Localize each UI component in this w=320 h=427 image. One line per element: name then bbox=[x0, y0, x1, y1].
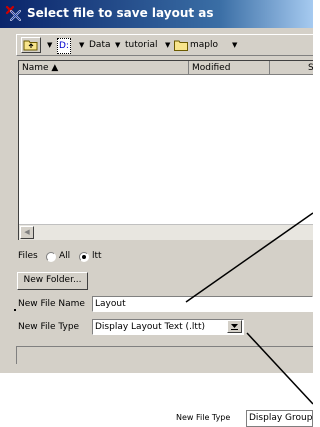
file-type-value: Display Layout Text (.ltt) bbox=[95, 322, 205, 332]
breadcrumb-data[interactable]: Data bbox=[89, 38, 111, 52]
files-filter-label: Files bbox=[18, 251, 38, 261]
chevron-down-icon bbox=[231, 324, 238, 330]
new-file-name-label: New File Name bbox=[18, 299, 85, 309]
column-header-label: Name ▲ bbox=[22, 63, 59, 73]
file-type-select[interactable]: Display Layout Text (.ltt) bbox=[92, 319, 244, 335]
radio-selected-dot bbox=[82, 255, 86, 259]
folder-up-icon bbox=[23, 40, 38, 51]
radio-ltt[interactable] bbox=[79, 252, 89, 262]
new-file-type-label: New File Type bbox=[18, 322, 80, 332]
title-bar[interactable]: Select file to save layout as bbox=[0, 0, 313, 28]
crumb-separator: ▼ bbox=[79, 41, 85, 49]
parent-folder-button[interactable] bbox=[21, 37, 41, 53]
column-header-label: Si bbox=[308, 63, 313, 73]
file-type-dropdown-button[interactable] bbox=[227, 320, 242, 333]
horizontal-scrollbar[interactable]: ◀ bbox=[19, 224, 313, 240]
file-list[interactable]: Name ▲ Modified Si ◀ bbox=[18, 60, 313, 240]
column-header-label: Modified bbox=[192, 63, 231, 73]
app-logo-icon bbox=[5, 5, 21, 21]
new-folder-button[interactable]: New Folder... bbox=[17, 272, 88, 290]
focus-marker bbox=[14, 309, 16, 311]
save-layout-dialog: Select file to save layout as ▼ D: ▼ Dat… bbox=[0, 0, 313, 373]
breadcrumb-tutorial[interactable]: tutorial bbox=[125, 38, 157, 52]
inset-file-type-label: New File Type bbox=[176, 413, 231, 422]
radio-all-label[interactable]: All bbox=[59, 251, 70, 261]
inset-file-type-select: Display Group bbox=[246, 410, 313, 427]
status-bar bbox=[16, 346, 313, 364]
breadcrumb-maplo[interactable]: maplo bbox=[190, 38, 218, 52]
radio-all[interactable] bbox=[46, 252, 56, 262]
crumb-separator: ▼ bbox=[47, 41, 53, 49]
column-header-name[interactable]: Name ▲ bbox=[19, 61, 189, 75]
crumb-separator: ▼ bbox=[165, 41, 171, 49]
radio-ltt-label[interactable]: ltt bbox=[92, 251, 102, 261]
arrow-left-icon: ◀ bbox=[24, 228, 30, 236]
crumb-separator: ▼ bbox=[115, 41, 121, 49]
dialog-title: Select file to save layout as bbox=[27, 6, 214, 20]
folder-icon bbox=[174, 40, 188, 51]
scroll-left-button[interactable]: ◀ bbox=[20, 226, 34, 239]
breadcrumb-drive[interactable]: D: bbox=[57, 38, 71, 54]
file-name-input[interactable]: Layout bbox=[92, 296, 313, 312]
column-header-modified[interactable]: Modified bbox=[189, 61, 270, 75]
column-header-size[interactable]: Si bbox=[270, 61, 313, 75]
crumb-separator: ▼ bbox=[232, 41, 238, 49]
